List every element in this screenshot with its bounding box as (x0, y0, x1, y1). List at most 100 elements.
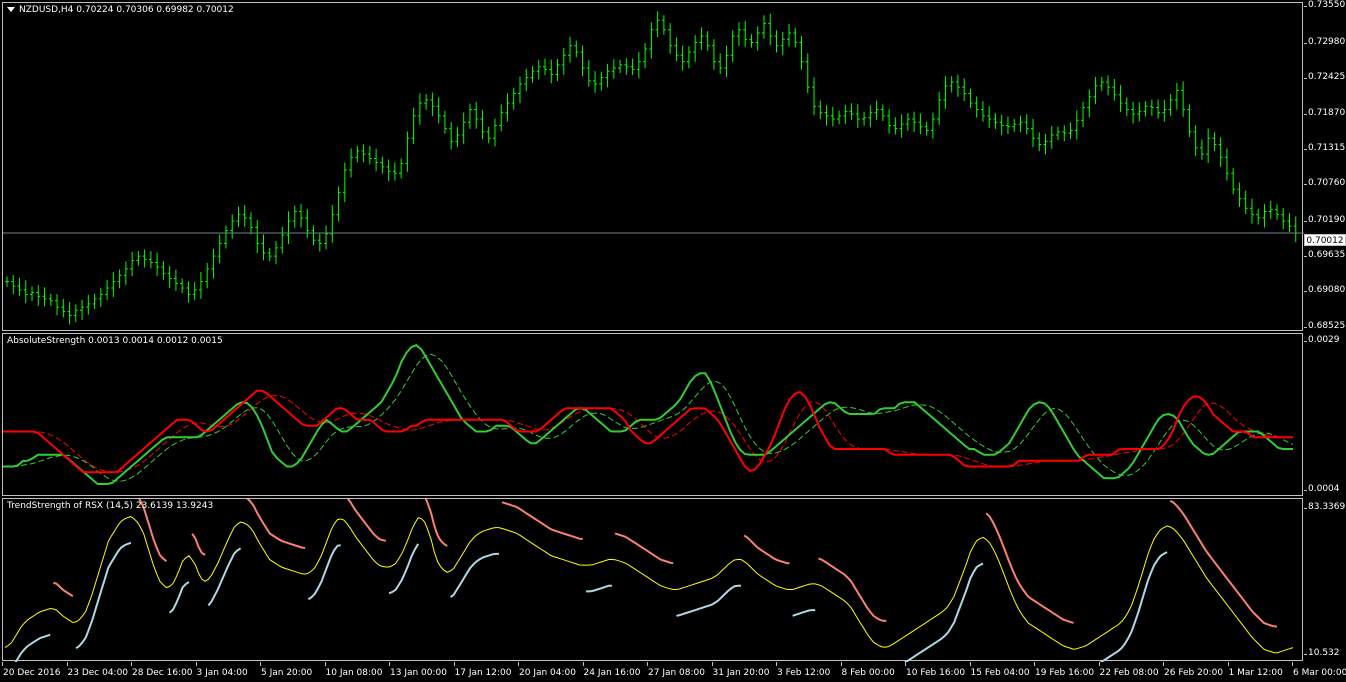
ohlc-bar (630, 58, 635, 76)
ohlc-bar (1256, 208, 1261, 225)
time-tick (905, 662, 906, 666)
ohlc-bar (1181, 81, 1186, 117)
ohlc-bar (1024, 114, 1029, 135)
time-label: 6 Mar 00:00 (1293, 668, 1346, 678)
ohlc-bar (198, 271, 203, 299)
ohlc-bar (618, 59, 623, 74)
time-tick (453, 662, 455, 666)
ohlc-bar (855, 104, 860, 128)
ohlc-bar (1243, 190, 1248, 215)
ohlc-bar (524, 68, 529, 92)
dropdown-triangle-icon[interactable] (7, 7, 15, 12)
ohlc-bar (1218, 137, 1223, 167)
ohlc-bar (724, 45, 729, 77)
ohlc-bar (92, 293, 97, 310)
ohlc-bar (242, 204, 247, 227)
ohlc-bar (392, 162, 397, 181)
ohlc-bar (1187, 104, 1192, 137)
ohlc-bar (799, 35, 804, 70)
time-label: 5 Jan 20:00 (261, 668, 313, 678)
ohlc-bar (30, 286, 35, 302)
time-tick (1163, 662, 1164, 666)
time-tick (1098, 662, 1100, 666)
ts-scale-bottom: 10.532 (1308, 648, 1340, 658)
ohlc-bar (561, 47, 566, 75)
ohlc-bar (962, 78, 967, 101)
ohlc-bar (467, 103, 472, 129)
time-label: 19 Feb 16:00 (1035, 668, 1095, 678)
time-label: 22 Feb 08:00 (1099, 668, 1159, 678)
ohlc-bar (217, 234, 222, 264)
ohlc-bar (768, 13, 773, 46)
ohlc-bar (1093, 76, 1098, 105)
time-tick (66, 662, 68, 666)
time-label: 10 Feb 16:00 (906, 668, 966, 678)
ohlc-bar (380, 156, 385, 174)
ohlc-bar (1262, 204, 1267, 228)
absolute-strength-canvas (3, 344, 1294, 485)
time-tick (2, 662, 3, 666)
ohlc-bar (98, 287, 103, 308)
time-tick (840, 662, 842, 666)
time-label: 3 Jan 04:00 (196, 668, 248, 678)
ohlc-bar (486, 126, 491, 144)
ohlc-bar (1068, 122, 1073, 139)
ohlc-bar (1131, 102, 1136, 124)
ohlc-bar (987, 106, 992, 128)
ohlc-bar (1137, 102, 1142, 122)
ohlc-bar (1106, 75, 1111, 96)
ohlc-bar (711, 39, 716, 70)
ohlc-bar (1087, 89, 1092, 118)
ohlc-bar (17, 277, 22, 296)
ohlc-bar (693, 35, 698, 62)
trend-strength-pane[interactable]: TrendStrength of RSX (14,5) 23.6139 13.9… (2, 498, 1303, 662)
ohlc-bar (824, 105, 829, 126)
price-chart-canvas (3, 11, 1304, 325)
ohlc-bar (912, 111, 917, 132)
ohlc-bar (261, 234, 266, 261)
ohlc-bar (1030, 118, 1035, 148)
symbol-info: NZDUSD,H4 0.70224 0.70306 0.69982 0.7001… (7, 5, 234, 15)
trend-strength-scale: 83.3369 10.532 (1304, 498, 1346, 661)
ohlc-bar (48, 293, 53, 306)
ohlc-bar (1224, 148, 1229, 181)
price-chart-pane[interactable]: NZDUSD,H4 0.70224 0.70306 0.69982 0.7001… (2, 2, 1304, 331)
ohlc-bar (55, 294, 60, 316)
bulls-strength-line (3, 344, 1293, 485)
ohlc-bar (924, 121, 929, 136)
ohlc-bar (680, 45, 685, 71)
ohlc-bar (42, 287, 47, 307)
ohlc-bar (1156, 99, 1161, 119)
absolute-strength-pane[interactable]: AbsoluteStrength 0.0013 0.0014 0.0012 0.… (2, 333, 1303, 496)
ohlc-bar (5, 276, 9, 287)
ohlc-bar (937, 91, 942, 125)
ohlc-bar (787, 24, 792, 47)
ohlc-bar (793, 27, 798, 48)
ohlc-bar (555, 58, 560, 82)
time-label: 23 Dec 04:00 (67, 668, 129, 678)
ohlc-bar (599, 71, 604, 91)
ohlc-bar (1162, 99, 1167, 122)
ohlc-bar (511, 87, 516, 110)
ohlc-bar (186, 281, 191, 303)
ohlc-bar (837, 110, 842, 125)
ohlc-bar (211, 248, 216, 279)
ohlc-bar (1206, 128, 1211, 164)
time-tick (195, 662, 197, 666)
ohlc-bar (180, 278, 185, 294)
ohlc-bar (1099, 76, 1104, 91)
ohlc-bar (349, 148, 354, 178)
green-signal-line (3, 353, 1294, 482)
ohlc-bar (661, 15, 666, 35)
ohlc-bar (1062, 125, 1067, 142)
ohlc-bar (730, 30, 735, 62)
ohlc-bar (655, 11, 660, 38)
time-tick (776, 662, 777, 666)
trend-strength-canvas (4, 499, 1294, 662)
ohlc-bar (305, 208, 310, 239)
ohlc-bar (417, 93, 422, 125)
ohlc-bar (192, 281, 197, 301)
time-label: 17 Jan 12:00 (454, 668, 512, 678)
time-tick (647, 662, 648, 666)
ohlc-bar (955, 74, 960, 97)
